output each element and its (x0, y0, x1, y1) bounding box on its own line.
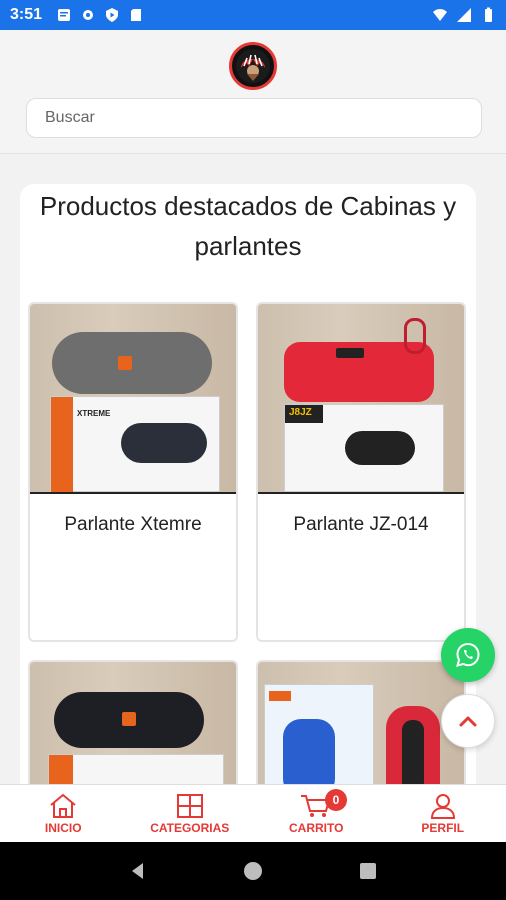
product-image[interactable] (258, 662, 464, 804)
person-icon (430, 793, 455, 819)
nav-label: INICIO (44, 820, 82, 835)
nav-perfil[interactable]: PERFIL (380, 785, 506, 842)
chevron-up-icon (459, 716, 477, 727)
gear-icon (83, 10, 94, 20)
back-icon[interactable] (128, 861, 148, 881)
wifi-icon (433, 9, 447, 21)
whatsapp-icon (456, 642, 480, 667)
message-icon (58, 9, 71, 21)
nav-label: PERFIL (421, 820, 465, 835)
product-card[interactable] (256, 660, 466, 804)
product-name[interactable]: Parlante Xtemre (30, 514, 236, 536)
chief-headdress-icon (236, 49, 270, 83)
recents-icon[interactable] (358, 861, 378, 881)
speaker-body (54, 692, 204, 748)
product-card[interactable] (28, 660, 238, 804)
sd-card-icon (131, 9, 142, 21)
nav-inicio[interactable]: INICIO (0, 785, 127, 842)
system-navigation-bar (0, 842, 506, 900)
home-circle-icon[interactable] (243, 861, 263, 881)
status-time: 3:51 (10, 6, 43, 23)
product-image[interactable]: J8JZ (258, 304, 464, 494)
product-card[interactable]: XTREME Parlante Xtemre (28, 302, 238, 642)
box-label: J8JZ (285, 405, 323, 423)
section-title: Productos destacados de Cabinas y parlan… (39, 191, 457, 261)
search-bar[interactable] (26, 98, 482, 138)
whatsapp-button[interactable] (441, 628, 495, 682)
status-bar: 3:51 (0, 0, 506, 30)
signal-icon (457, 8, 471, 22)
grid-icon (176, 793, 203, 818)
scroll-top-button[interactable] (441, 694, 495, 748)
brand-logo[interactable] (229, 42, 277, 90)
battery-icon (485, 7, 492, 22)
featured-products-section: Productos destacados de Cabinas y parlan… (20, 184, 476, 804)
play-protect-icon (106, 8, 119, 22)
nav-label: CARRITO (289, 820, 344, 835)
app-header (0, 30, 506, 154)
product-image[interactable]: XTREME (30, 304, 236, 494)
box-label: XTREME (77, 409, 111, 418)
product-name[interactable]: Parlante JZ-014 (258, 514, 464, 536)
product-image[interactable] (30, 662, 236, 804)
home-icon (50, 793, 76, 818)
system-icons (432, 7, 496, 23)
notification-icons (56, 7, 144, 23)
cart-count-badge: 0 (325, 789, 347, 811)
speaker-body (52, 332, 212, 394)
nav-label: CATEGORIAS (150, 820, 230, 835)
nav-carrito[interactable]: 0 CARRITO (253, 785, 380, 842)
nav-categorias[interactable]: CATEGORIAS (127, 785, 254, 842)
product-card[interactable]: J8JZ Parlante JZ-014 (256, 302, 466, 642)
bottom-navigation: INICIO CATEGORIAS 0 CARRITO PERFIL (0, 784, 506, 842)
search-input[interactable] (45, 109, 463, 127)
